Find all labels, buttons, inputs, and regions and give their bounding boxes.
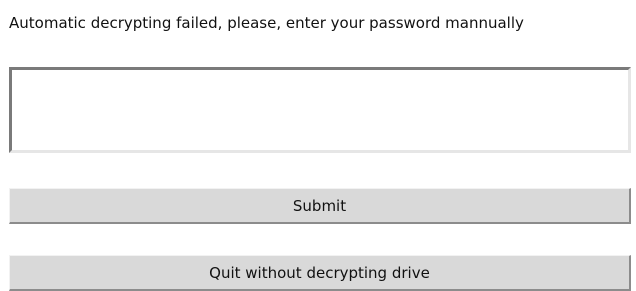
- submit-button[interactable]: Submit: [9, 188, 631, 224]
- password-dialog: Automatic decrypting failed, please, ent…: [0, 0, 636, 291]
- quit-button-label: Quit without decrypting drive: [209, 263, 430, 282]
- quit-without-decrypting-button[interactable]: Quit without decrypting drive: [9, 255, 631, 291]
- submit-button-label: Submit: [292, 196, 347, 215]
- password-input[interactable]: [9, 67, 631, 153]
- prompt-label: Automatic decrypting failed, please, ent…: [9, 14, 524, 32]
